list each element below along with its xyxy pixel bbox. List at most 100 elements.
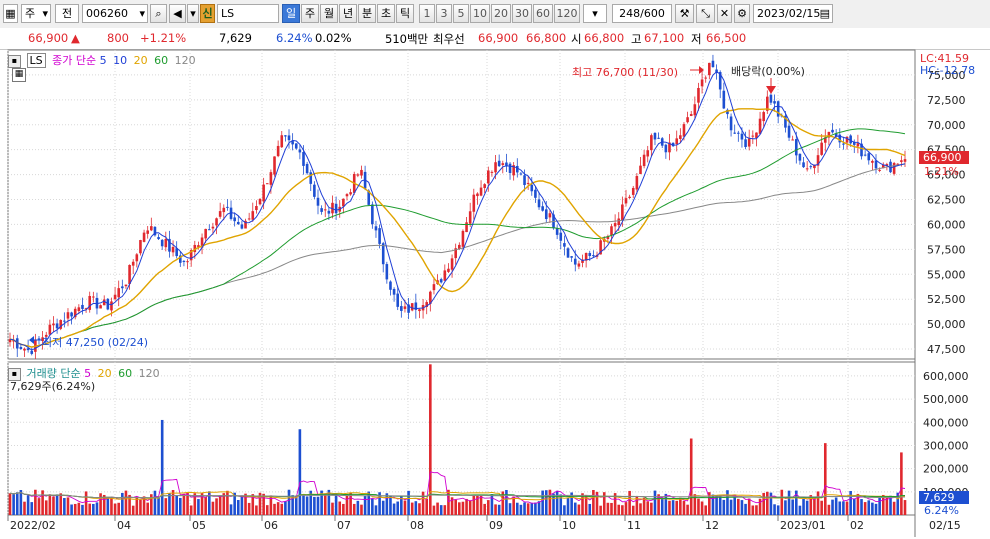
price-tick-label: 70,000 <box>927 119 966 132</box>
table-icon[interactable]: ▦ <box>12 68 26 82</box>
candle-body <box>762 112 765 122</box>
candle-body <box>403 306 407 309</box>
vma120-legend: 120 <box>138 367 160 380</box>
volume-bar <box>389 496 392 515</box>
volume-bar <box>679 497 682 515</box>
current-volume-pct: 6.24% <box>924 504 959 517</box>
ma20-legend: 20 <box>133 54 148 67</box>
high-annotation: 최고 76,700 (11/30) <box>572 66 679 79</box>
volume-bar <box>544 490 548 515</box>
ma5-legend: 5 <box>99 54 107 67</box>
volume-tick-label: 600,000 <box>923 370 969 383</box>
candle-body <box>831 129 834 133</box>
volume-bar <box>541 490 544 515</box>
volume-bar <box>563 505 566 515</box>
panel-menu-icon[interactable]: ▪ <box>8 54 21 68</box>
volume-bar <box>432 505 436 515</box>
candle-body <box>737 132 740 134</box>
candle-body <box>302 152 305 166</box>
candle-body <box>744 139 747 148</box>
candle-body <box>160 239 164 247</box>
candle-body <box>135 254 139 262</box>
volume-bar <box>41 490 44 515</box>
volume-bar <box>215 498 218 515</box>
volume-tick-label: 400,000 <box>923 416 969 429</box>
candle-body <box>802 162 805 168</box>
volume-bar <box>157 497 160 515</box>
candle-body <box>81 304 84 309</box>
stock-chart[interactable]: 75,00072,50070,00067,50065,00062,50060,0… <box>0 0 990 539</box>
candle-body <box>479 187 483 196</box>
volume-bar <box>646 501 650 515</box>
candle-body <box>121 286 124 289</box>
volume-bar <box>530 502 534 515</box>
candle-body <box>432 284 436 291</box>
candle-body <box>628 196 631 198</box>
volume-bar <box>505 490 508 515</box>
volume-bar <box>15 492 19 515</box>
candle-body <box>207 229 211 231</box>
volume-bar <box>363 495 367 515</box>
candle-body <box>142 232 146 242</box>
candle-body <box>787 125 791 138</box>
volume-bar <box>273 503 276 515</box>
candle-body <box>131 261 135 266</box>
volume-bar <box>624 502 628 515</box>
current-volume-tag: 7,629 <box>919 491 969 504</box>
volume-bar <box>700 501 704 515</box>
volume-bar <box>63 498 66 515</box>
volume-tick-label: 300,000 <box>923 439 969 452</box>
volume-bar <box>8 493 12 515</box>
volume-bar <box>878 497 881 515</box>
volume-bar <box>555 490 559 515</box>
volume-bar <box>617 504 621 515</box>
candle-body <box>711 60 715 68</box>
volume-bar <box>686 504 689 515</box>
candle-body <box>374 226 378 231</box>
volume-bar <box>671 500 675 515</box>
volume-bar <box>59 493 63 515</box>
volume-bar <box>218 495 222 515</box>
volume-bar <box>26 495 30 515</box>
volume-bar <box>737 498 740 515</box>
volume-bar <box>403 500 407 515</box>
volume-bar <box>19 490 23 515</box>
x-tick-label: 05 <box>192 519 206 532</box>
candle-body <box>722 90 726 109</box>
candle-body <box>874 160 878 169</box>
candle-body <box>523 175 526 186</box>
candle-body <box>30 350 34 354</box>
volume-bar <box>486 500 490 515</box>
volume-bar <box>631 505 635 515</box>
candle-body <box>211 226 215 229</box>
candle-body <box>798 153 802 161</box>
volume-bar <box>813 497 816 515</box>
volume-bar <box>704 505 708 515</box>
volume-bar <box>599 505 602 515</box>
volume-bar <box>414 501 418 515</box>
candle-body <box>758 118 762 134</box>
candle-body <box>537 199 541 208</box>
candle-body <box>465 222 468 233</box>
volume-bar <box>186 492 189 515</box>
hc-label: HC:-12.78 <box>920 64 976 77</box>
volume-bar <box>338 501 342 515</box>
candle-body <box>740 133 744 140</box>
volume-bar <box>146 502 149 515</box>
volume-sub-label: 7,629주(6.24%) <box>10 380 96 393</box>
candle-body <box>566 248 570 258</box>
candle-body <box>664 144 668 153</box>
candle-body <box>613 223 617 227</box>
volume-bar <box>458 502 461 515</box>
candle-body <box>559 232 563 241</box>
volume-bar <box>73 503 77 515</box>
volume-bar <box>465 498 468 515</box>
price-tick-label: 60,000 <box>927 218 966 231</box>
volume-bar <box>153 490 157 515</box>
candle-body <box>867 153 871 161</box>
volume-bar <box>421 491 425 515</box>
volume-bar <box>287 489 291 515</box>
x-tick-label: 02 <box>850 519 864 532</box>
volume-bar <box>197 499 200 515</box>
candle-body <box>490 171 494 173</box>
